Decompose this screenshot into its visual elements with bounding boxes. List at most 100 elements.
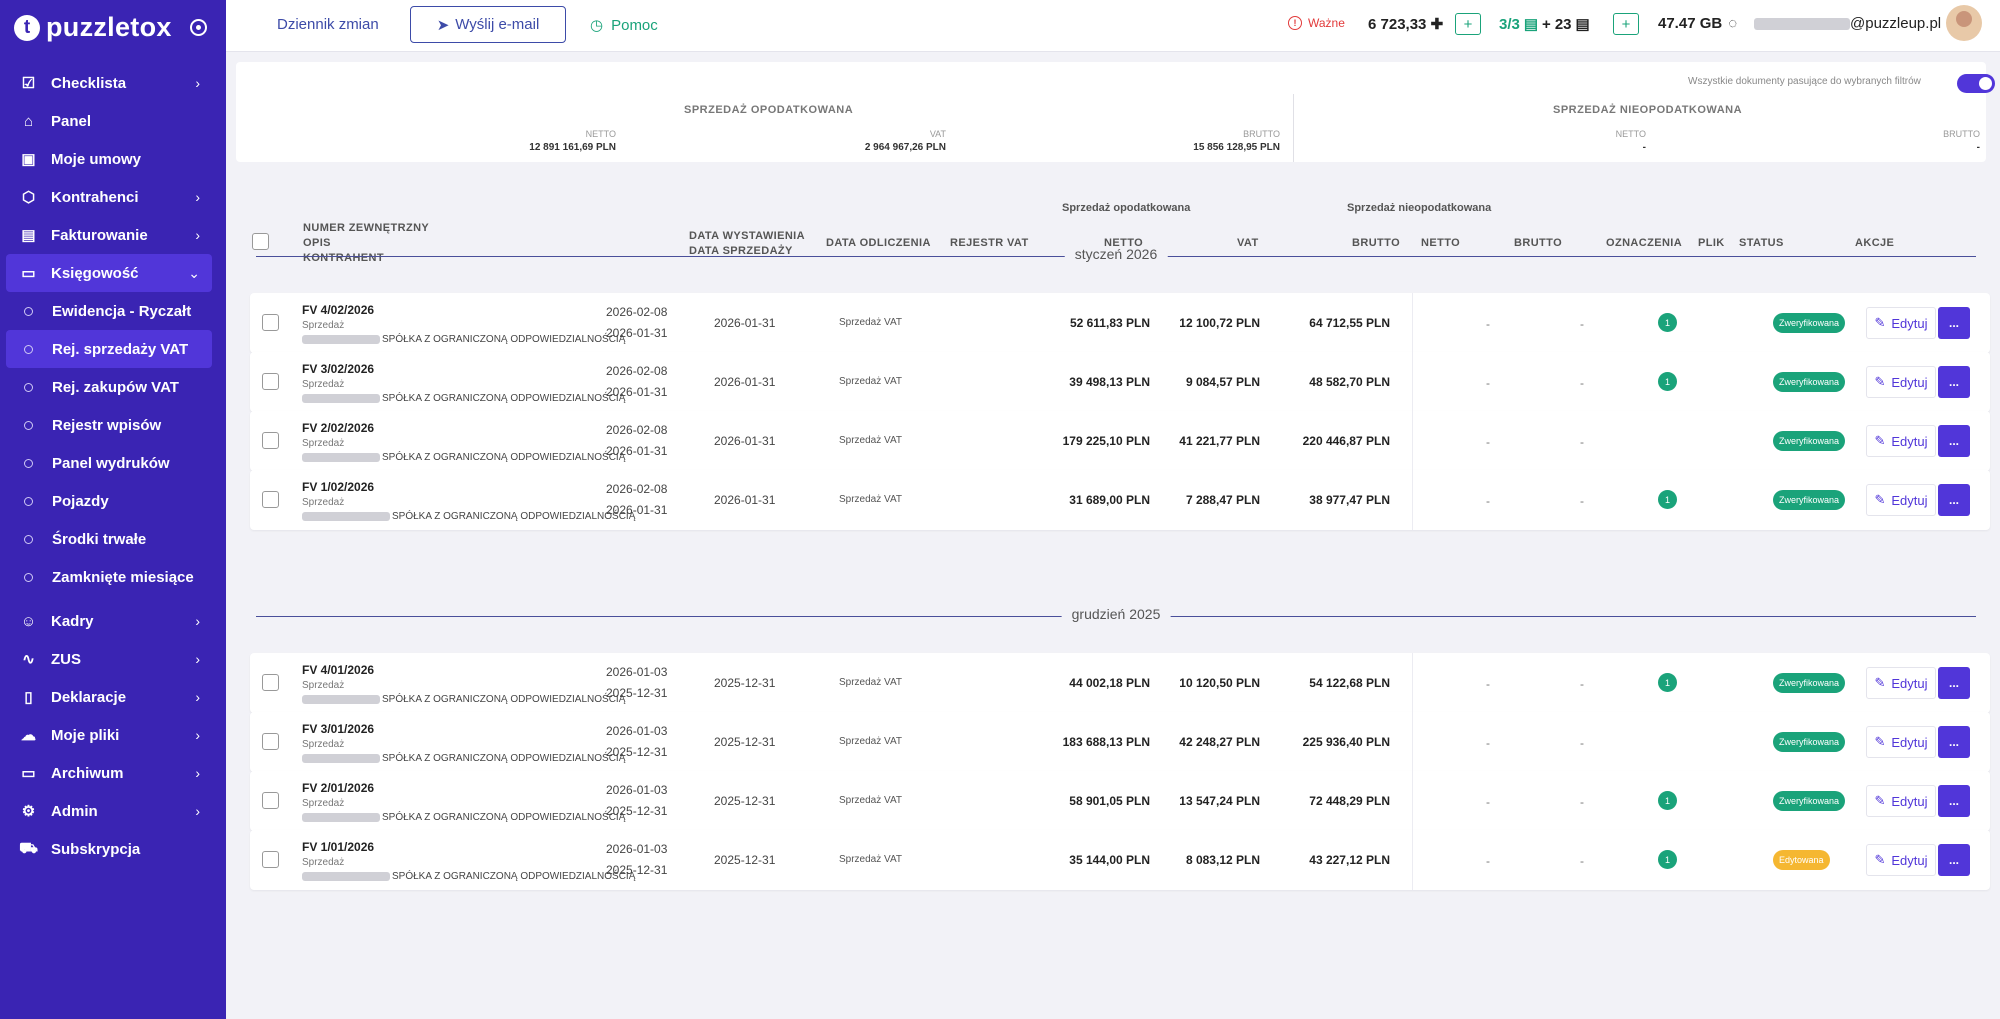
edit-label: Edytuj [1891, 734, 1928, 750]
col-num[interactable]: NUMER ZEWNĘTRZNY [303, 222, 429, 234]
document-icon: ▤ [1523, 16, 1539, 33]
netto-amount: 179 225,10 PLN [1062, 434, 1150, 448]
marks-badge[interactable]: 1 [1658, 372, 1677, 391]
more-actions-button[interactable]: ... [1938, 726, 1970, 758]
edit-button[interactable]: ✎ Edytuj [1866, 726, 1936, 758]
netto-amount: 52 611,83 PLN [1069, 316, 1150, 330]
add-points-button[interactable]: + [1455, 13, 1481, 35]
invoice-number[interactable]: FV 4/01/2026 [302, 663, 374, 677]
row-checkbox[interactable] [262, 491, 279, 508]
changelog-link[interactable]: Dziennik zmian [277, 16, 379, 33]
edit-button[interactable]: ✎ Edytuj [1866, 785, 1936, 817]
user-email[interactable]: @puzzleup.pl [1754, 15, 1941, 32]
sidebar: t puzzletox ☑ Checklista › ⌂ Panel ▣ Moje umow… [0, 0, 226, 1019]
docs-plus: + [1542, 15, 1551, 33]
column-divider [1412, 712, 1413, 772]
sidebar-subitem-label: Rejestr wpisów [52, 416, 162, 434]
sidebar-item-checklista[interactable]: ☑ Checklista › [6, 64, 212, 102]
invoice-number[interactable]: FV 3/01/2026 [302, 722, 374, 736]
sidebar-subitem[interactable]: Środki trwałe [6, 520, 212, 558]
netto-nontax: - [1486, 736, 1490, 750]
more-actions-button[interactable]: ... [1938, 785, 1970, 817]
nontaxable-brutto-label: BRUTTO [1943, 129, 1980, 139]
edit-button[interactable]: ✎ Edytuj [1866, 844, 1936, 876]
sidebar-item-zus[interactable]: ∿ ZUS › [6, 640, 212, 678]
sidebar-item-label: Kadry [51, 612, 94, 630]
marks-badge[interactable]: 1 [1658, 673, 1677, 692]
vat-register: Sprzedaż VAT [839, 677, 902, 688]
more-actions-button[interactable]: ... [1938, 484, 1970, 516]
edit-button[interactable]: ✎ Edytuj [1866, 366, 1936, 398]
invoice-number[interactable]: FV 2/02/2026 [302, 421, 374, 435]
add-docs-button[interactable]: + [1613, 13, 1639, 35]
row-checkbox[interactable] [262, 432, 279, 449]
sidebar-subitem[interactable]: Rej. sprzedaży VAT [6, 330, 212, 368]
nontaxable-netto-label: NETTO [1615, 129, 1646, 139]
invoice-number[interactable]: FV 3/02/2026 [302, 362, 374, 376]
row-checkbox[interactable] [262, 733, 279, 750]
help-link[interactable]: ◷ Pomoc [590, 16, 658, 35]
sidebar-item-księgowość[interactable]: ▭ Księgowość ⌄ [6, 254, 212, 292]
more-actions-button[interactable]: ... [1938, 307, 1970, 339]
important-link[interactable]: ! Ważne [1288, 16, 1345, 30]
sidebar-item-moje-umowy[interactable]: ▣ Moje umowy [6, 140, 212, 178]
sidebar-subitem[interactable]: Zamknięte miesiące [6, 558, 212, 596]
row-checkbox[interactable] [262, 851, 279, 868]
more-actions-button[interactable]: ... [1938, 844, 1970, 876]
row-checkbox[interactable] [262, 314, 279, 331]
sidebar-item-kontrahenci[interactable]: ⬡ Kontrahenci › [6, 178, 212, 216]
sidebar-subitem[interactable]: Rej. zakupów VAT [6, 368, 212, 406]
date-deduct: 2026-01-31 [714, 375, 776, 389]
sidebar-subitem[interactable]: Panel wydruków [6, 444, 212, 482]
invoice-description: Sprzedaż [302, 857, 345, 868]
group-taxable-label: Sprzedaż opodatkowana [1062, 202, 1191, 214]
marks-badge[interactable]: 1 [1658, 313, 1677, 332]
edit-button[interactable]: ✎ Edytuj [1866, 425, 1936, 457]
sidebar-subitem[interactable]: Ewidencja - Ryczałt [6, 292, 212, 330]
edit-button[interactable]: ✎ Edytuj [1866, 307, 1936, 339]
sidebar-subitem[interactable]: Pojazdy [6, 482, 212, 520]
sidebar-item-kadry[interactable]: ☺ Kadry › [6, 602, 212, 640]
sidebar-item-subskrypcja[interactable]: ⛟ Subskrypcja [6, 830, 212, 868]
col-date-issue[interactable]: DATA WYSTAWIENIA [689, 230, 805, 242]
circle-icon [24, 534, 33, 544]
sidebar-item-deklaracje[interactable]: ▯ Deklaracje › [6, 678, 212, 716]
sidebar-item-fakturowanie[interactable]: ▤ Fakturowanie › [6, 216, 212, 254]
target-icon[interactable] [190, 19, 207, 36]
puzzle-icon: ✚ [1430, 16, 1444, 33]
main-content: Wszystkie dokumenty pasujące do wybranyc… [226, 52, 2000, 1019]
row-checkbox[interactable] [262, 373, 279, 390]
more-actions-button[interactable]: ... [1938, 366, 1970, 398]
invoice-number[interactable]: FV 1/02/2026 [302, 480, 374, 494]
more-actions-button[interactable]: ... [1938, 667, 1970, 699]
netto-nontax: - [1486, 317, 1490, 331]
invoice-number[interactable]: FV 2/01/2026 [302, 781, 374, 795]
marks-badge[interactable]: 1 [1658, 490, 1677, 509]
avatar[interactable] [1946, 5, 1982, 41]
row-checkbox[interactable] [262, 792, 279, 809]
sidebar-item-archiwum[interactable]: ▭ Archiwum › [6, 754, 212, 792]
row-checkbox[interactable] [262, 674, 279, 691]
sidebar-subitem-label: Rej. sprzedaży VAT [52, 340, 189, 358]
sidebar-item-panel[interactable]: ⌂ Panel [6, 102, 212, 140]
invoice-number[interactable]: FV 1/01/2026 [302, 840, 374, 854]
disk-usage: 47.47 GB ◌ [1658, 15, 1737, 32]
netto-nontax: - [1486, 854, 1490, 868]
marks-badge[interactable]: 1 [1658, 791, 1677, 810]
send-email-button[interactable]: ➤ Wyślij e-mail [410, 6, 566, 43]
filter-toggle[interactable] [1957, 74, 1995, 93]
table-row: FV 3/02/2026 Sprzedaż SPÓŁKA Z OGRANICZONĄ… [250, 352, 1990, 412]
edit-button[interactable]: ✎ Edytuj [1866, 484, 1936, 516]
sidebar-item-moje-pliki[interactable]: ☁ Moje pliki › [6, 716, 212, 754]
sidebar-item-admin[interactable]: ⚙ Admin › [6, 792, 212, 830]
sidebar-subitem[interactable]: Rejestr wpisów [6, 406, 212, 444]
important-label: Ważne [1308, 16, 1345, 30]
edit-button[interactable]: ✎ Edytuj [1866, 667, 1936, 699]
sidebar-item-label: Archiwum [51, 764, 124, 782]
marks-badge[interactable]: 1 [1658, 850, 1677, 869]
invoice-number[interactable]: FV 4/02/2026 [302, 303, 374, 317]
netto-amount: 31 689,00 PLN [1069, 493, 1150, 507]
netto-nontax: - [1486, 795, 1490, 809]
app-logo[interactable]: t puzzletox [14, 12, 172, 43]
more-actions-button[interactable]: ... [1938, 425, 1970, 457]
